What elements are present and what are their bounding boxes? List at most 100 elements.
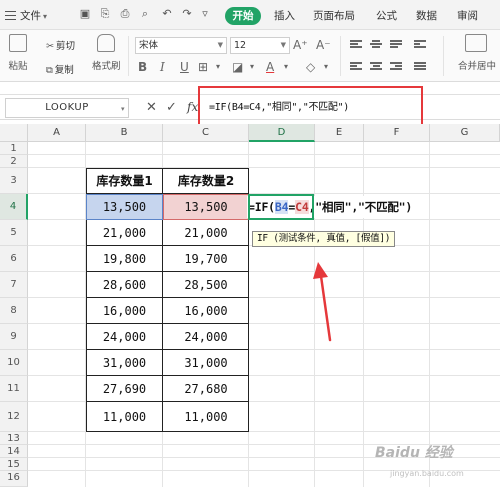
row-header-12[interactable]: 12 bbox=[0, 402, 28, 432]
align-left-icon[interactable] bbox=[350, 62, 362, 72]
cell-C9[interactable]: 24,000 bbox=[163, 324, 249, 350]
fill-color-icon[interactable]: ◪ bbox=[232, 60, 243, 74]
bold-icon[interactable]: B bbox=[138, 60, 147, 74]
copy-label: 复制 bbox=[54, 65, 74, 76]
cell-C12[interactable]: 11,000 bbox=[163, 402, 249, 432]
file-menu[interactable]: 文件 ▾ bbox=[5, 8, 47, 23]
col-header-C[interactable]: C bbox=[163, 124, 249, 142]
chevron-down-icon[interactable]: ▾ bbox=[216, 60, 220, 74]
redo-icon[interactable]: ↷ bbox=[180, 7, 194, 21]
row-header-14[interactable]: 14 bbox=[0, 445, 28, 458]
font-size-select[interactable]: 12 ▼ bbox=[230, 37, 290, 54]
row-header-1[interactable]: 1 bbox=[0, 142, 28, 155]
name-box[interactable]: LOOKUP ▾ bbox=[5, 98, 129, 118]
format-painter-button[interactable]: 格式刷 bbox=[92, 34, 121, 72]
header-cell-B3[interactable]: 库存数量1 bbox=[86, 168, 163, 194]
row-header-7[interactable]: 7 bbox=[0, 272, 28, 298]
save-icon[interactable]: ▣ bbox=[78, 7, 92, 21]
cell-B8[interactable]: 16,000 bbox=[86, 298, 163, 324]
row-header-2[interactable]: 2 bbox=[0, 155, 28, 168]
increase-font-icon[interactable]: A⁺ bbox=[293, 38, 308, 52]
merge-label: 合并居中 bbox=[458, 61, 497, 72]
cell-B7[interactable]: 28,600 bbox=[86, 272, 163, 298]
tab-page-layout[interactable]: 页面布局 bbox=[313, 8, 355, 23]
chevron-down-icon: ▾ bbox=[120, 105, 125, 113]
align-bottom-icon[interactable] bbox=[390, 40, 402, 50]
cell-B4[interactable]: 13,500 bbox=[86, 194, 163, 220]
align-top-icon[interactable] bbox=[350, 40, 362, 50]
col-header-F[interactable]: F bbox=[364, 124, 430, 142]
confirm-icon[interactable]: ✓ bbox=[166, 101, 177, 114]
row-header-15[interactable]: 15 bbox=[0, 458, 28, 471]
row-header-10[interactable]: 10 bbox=[0, 350, 28, 376]
cut-button[interactable]: ✂ 剪切 bbox=[46, 38, 75, 52]
font-name-select[interactable]: 宋体 ▼ bbox=[135, 37, 227, 54]
cell-B5[interactable]: 21,000 bbox=[86, 220, 163, 246]
preview-icon[interactable]: ⌕ bbox=[138, 7, 152, 21]
open-icon[interactable]: ⎘ bbox=[98, 7, 112, 21]
header-cell-C3[interactable]: 库存数量2 bbox=[163, 168, 249, 194]
cell-B10[interactable]: 31,000 bbox=[86, 350, 163, 376]
cell-C10[interactable]: 31,000 bbox=[163, 350, 249, 376]
row-header-13[interactable]: 13 bbox=[0, 432, 28, 445]
align-middle-icon[interactable] bbox=[370, 40, 382, 50]
cell-B11[interactable]: 27,690 bbox=[86, 376, 163, 402]
justify-icon[interactable] bbox=[414, 62, 426, 72]
underline-icon[interactable]: U bbox=[180, 60, 189, 74]
more-icon[interactable]: ▿ bbox=[198, 7, 212, 21]
row-header-8[interactable]: 8 bbox=[0, 298, 28, 324]
cell-B12[interactable]: 11,000 bbox=[86, 402, 163, 432]
row-header-9[interactable]: 9 bbox=[0, 324, 28, 350]
tab-review[interactable]: 审阅 bbox=[457, 8, 478, 23]
tab-insert[interactable]: 插入 bbox=[274, 8, 295, 23]
cell-C7[interactable]: 28,500 bbox=[163, 272, 249, 298]
cancel-icon[interactable]: ✕ bbox=[146, 101, 157, 114]
eraser-icon[interactable]: ◇ bbox=[306, 60, 315, 74]
row-header-11[interactable]: 11 bbox=[0, 376, 28, 402]
row-header-16[interactable]: 16 bbox=[0, 471, 28, 487]
italic-icon[interactable]: I bbox=[160, 60, 165, 74]
chevron-down-icon[interactable]: ▾ bbox=[324, 60, 328, 74]
row-header-3[interactable]: 3 bbox=[0, 168, 28, 194]
cell-B9[interactable]: 24,000 bbox=[86, 324, 163, 350]
cell-C11[interactable]: 27,680 bbox=[163, 376, 249, 402]
align-center-icon[interactable] bbox=[370, 62, 382, 72]
decrease-font-icon[interactable]: A⁻ bbox=[316, 38, 331, 52]
copy-button[interactable]: ⧉ 复制 bbox=[46, 62, 74, 76]
col-header-G[interactable]: G bbox=[430, 124, 500, 142]
hamburger-icon bbox=[5, 11, 16, 20]
row-header-4[interactable]: 4 bbox=[0, 194, 28, 220]
col-header-E[interactable]: E bbox=[315, 124, 364, 142]
cut-label: 剪切 bbox=[55, 41, 75, 52]
cell-B6[interactable]: 19,800 bbox=[86, 246, 163, 272]
row-header-6[interactable]: 6 bbox=[0, 246, 28, 272]
row-header-5[interactable]: 5 bbox=[0, 220, 28, 246]
merge-center-button[interactable]: 合并居中 bbox=[458, 34, 497, 72]
cell-C6[interactable]: 19,700 bbox=[163, 246, 249, 272]
ribbon-toolbar: 粘贴 ✂ 剪切 ⧉ 复制 格式刷 宋体 ▼ 12 ▼ A⁺ A⁻ B I U ⊞ ▾ ◪… bbox=[0, 30, 500, 82]
wrap-icon[interactable] bbox=[414, 40, 426, 50]
cell-C4[interactable]: 13,500 bbox=[163, 194, 249, 220]
undo-icon[interactable]: ↶ bbox=[160, 7, 174, 21]
print-icon[interactable]: ⎙ bbox=[118, 7, 132, 21]
col-header-A[interactable]: A bbox=[28, 124, 86, 142]
border-icon[interactable]: ⊞ bbox=[198, 60, 208, 74]
col-header-D[interactable]: D bbox=[249, 124, 315, 142]
col-header-B[interactable]: B bbox=[86, 124, 163, 142]
cell-C5[interactable]: 21,000 bbox=[163, 220, 249, 246]
align-right-icon[interactable] bbox=[390, 62, 402, 72]
tab-data[interactable]: 数据 bbox=[416, 8, 437, 23]
cell-C8[interactable]: 16,000 bbox=[163, 298, 249, 324]
tab-formulas[interactable]: 公式 bbox=[376, 8, 397, 23]
paste-button[interactable]: 粘贴 bbox=[4, 34, 32, 72]
chevron-down-icon[interactable]: ▾ bbox=[250, 60, 254, 74]
font-color-icon[interactable]: A bbox=[266, 60, 274, 74]
tab-home[interactable]: 开始 bbox=[225, 7, 261, 25]
chevron-down-icon[interactable]: ▾ bbox=[284, 60, 288, 74]
cell-D4-editor[interactable]: =IF(B4=C4,"相同","不匹配") bbox=[247, 196, 412, 218]
insert-function-icon[interactable]: fx bbox=[187, 100, 198, 114]
select-all-corner[interactable] bbox=[0, 124, 28, 142]
gridline bbox=[28, 154, 500, 155]
copy-icon: ⧉ bbox=[46, 65, 53, 76]
formula-input[interactable]: =IF(B4=C4,"相同","不匹配") bbox=[209, 98, 489, 118]
